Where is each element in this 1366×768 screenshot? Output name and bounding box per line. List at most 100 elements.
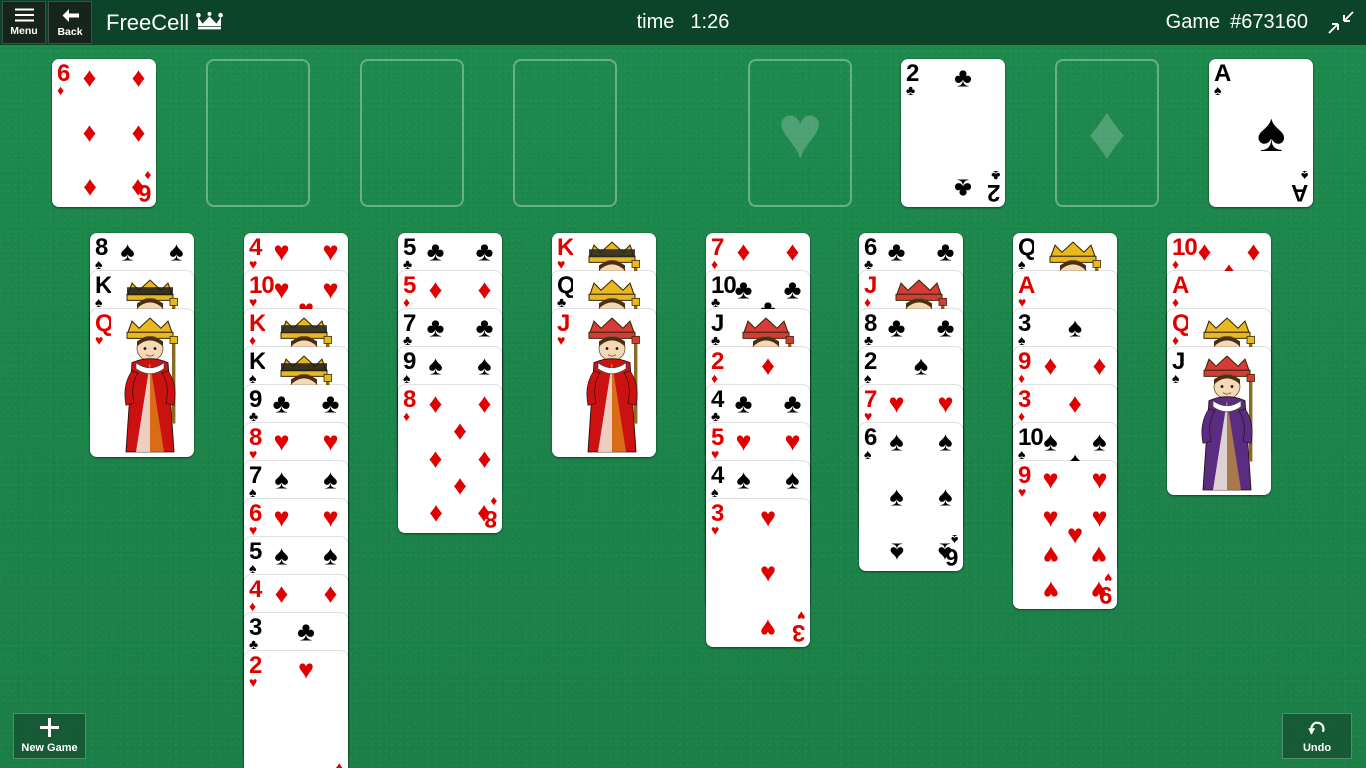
- card-pip: ♥: [297, 654, 315, 685]
- card-pip: ♦: [1246, 236, 1261, 267]
- free-cell-2-empty[interactable]: [206, 59, 310, 207]
- card-suit-icon: ♣: [711, 332, 721, 348]
- card-suit-icon: ♣: [403, 256, 413, 272]
- card-pip: ♣: [954, 62, 972, 93]
- card-index-top: 6 ♦: [57, 62, 70, 98]
- card-pip: ♠: [1067, 312, 1083, 343]
- free-cell-1-card[interactable]: 6 ♦ 6 ♦ ♦ ♦ ♦ ♦ ♦ ♦: [52, 59, 156, 207]
- game-label: Game: [1165, 11, 1221, 33]
- card-index-top: 6 ♣: [864, 236, 877, 272]
- card-pip: ♦: [477, 499, 492, 530]
- app-title-text: FreeCell: [106, 9, 190, 35]
- card-pip: ♥: [1091, 575, 1108, 606]
- card-index-top: A ♦: [1172, 274, 1189, 310]
- tableau-column-4-card-3[interactable]: J ♥ J ♥: [552, 309, 656, 457]
- card-index-top: 7 ♥: [864, 388, 877, 424]
- card-pip: ♠: [323, 464, 338, 495]
- tableau-column-2-card-12[interactable]: 2 ♥ 2 ♥ ♥♥: [244, 651, 348, 768]
- tableau-column-1-card-3[interactable]: Q ♥ Q ♥: [90, 309, 194, 457]
- plus-icon: [40, 718, 59, 740]
- card-suit-icon: ♠: [249, 370, 257, 386]
- card-suit-icon: ♦: [1172, 294, 1180, 310]
- card-suit-icon: ♥: [1018, 294, 1027, 310]
- tableau-column-3-card-5[interactable]: 8 ♦ 8 ♦ ♦ ♦ ♦ ♦ ♦ ♦ ♦ ♦: [398, 385, 502, 533]
- card-index-top: 2 ♠: [864, 350, 877, 386]
- undo-arrow-icon: [1307, 719, 1327, 740]
- tableau-column-5-card-8[interactable]: 3 ♥ 3 ♥ ♥ ♥ ♥: [706, 499, 810, 647]
- card-index-top: 2 ♥: [249, 654, 262, 690]
- card-index-top: 3 ♥: [711, 502, 724, 538]
- card-pip: ♦: [428, 388, 443, 419]
- card-suit-icon: ♥: [864, 408, 873, 424]
- card-suit-icon: ♥: [711, 522, 720, 538]
- tableau-column-8-card-4[interactable]: J ♠ J ♠: [1167, 347, 1271, 495]
- court-card-art: [572, 312, 652, 454]
- foundation-hearts-empty[interactable]: ♥: [748, 59, 852, 207]
- card-pip: ♣: [936, 312, 955, 343]
- card-pip: ♦: [428, 274, 443, 305]
- card-pips: ♣ ♣: [927, 63, 999, 203]
- card-suit-icon: ♥: [1018, 484, 1027, 500]
- card-pip: ♥: [1091, 540, 1108, 571]
- card-index-top: J ♥: [557, 312, 570, 348]
- card-pip: ♥: [784, 426, 801, 457]
- card-suit-icon: ♥: [557, 256, 566, 272]
- card-suit-icon: ♠: [1172, 370, 1180, 386]
- card-suit-icon: ♥: [249, 294, 258, 310]
- card-pip: ♥: [273, 502, 290, 533]
- card-pip: ♣: [954, 173, 972, 204]
- back-button[interactable]: Back: [48, 1, 92, 44]
- game-number: #673160: [1230, 11, 1308, 33]
- arrow-left-icon: [61, 8, 80, 25]
- foundation-clubs-card[interactable]: 2 ♣ 2 ♣ ♣ ♣: [901, 59, 1005, 207]
- card-pip: ♦: [785, 236, 800, 267]
- card-index-top: A ♠: [1214, 62, 1231, 98]
- free-cell-3-empty[interactable]: [360, 59, 464, 207]
- undo-label: Undo: [1302, 741, 1332, 754]
- foundation-diamonds-empty[interactable]: ♦: [1055, 59, 1159, 207]
- card-index-top: 8 ♦: [403, 388, 416, 424]
- card-index-top: 9 ♠: [403, 350, 416, 386]
- card-suit-icon: ♣: [864, 256, 874, 272]
- card-pip: ♥: [1042, 464, 1059, 495]
- time-label: time: [636, 11, 675, 33]
- card-suit-icon: ♦: [403, 408, 411, 424]
- exit-fullscreen-icon: [1326, 11, 1356, 40]
- card-suit-icon: ♦: [711, 256, 719, 272]
- court-card-art: [1187, 350, 1267, 492]
- card-pip: ♣: [321, 388, 340, 419]
- card-suit-icon: ♦: [1172, 256, 1180, 272]
- card-pip: ♣: [936, 236, 955, 267]
- tableau-column-6-card-6[interactable]: 6 ♠ 6 ♠ ♠ ♠ ♠ ♠ ♠ ♠: [859, 423, 963, 571]
- card-pip: ♠: [169, 236, 184, 267]
- card-suit-icon: ♣: [403, 332, 413, 348]
- foundation-spades-card[interactable]: A ♠ A ♠ ♠: [1209, 59, 1313, 207]
- card-suit-icon: ♠: [249, 560, 257, 576]
- card-pip: ♠: [274, 464, 289, 495]
- card-pip: ♣: [783, 388, 802, 419]
- tableau-column-7-card-7[interactable]: 9 ♥ 9 ♥ ♥ ♥ ♥ ♥ ♥ ♥ ♥ ♥ ♥: [1013, 461, 1117, 609]
- card-suit-icon: ♠: [864, 446, 872, 462]
- card-pip: ♥: [1091, 464, 1108, 495]
- card-suit-icon: ♦: [864, 294, 872, 310]
- card-index-top: 6 ♥: [249, 502, 262, 538]
- free-cell-4-empty[interactable]: [513, 59, 617, 207]
- back-button-label: Back: [57, 25, 83, 38]
- card-suit-icon: ♠: [249, 484, 257, 500]
- card-suit-icon: ♣: [249, 636, 259, 652]
- card-pip: ♣: [734, 388, 753, 419]
- card-pip: ♦: [761, 350, 775, 381]
- card-pip: ♥: [937, 388, 954, 419]
- card-suit-icon: ♥: [557, 332, 566, 348]
- app-header: Menu Back FreeCell time 1:26 Game #673160: [0, 0, 1366, 45]
- card-pip: ♥: [759, 502, 777, 533]
- new-game-button[interactable]: New Game: [13, 713, 86, 759]
- exit-fullscreen-button[interactable]: [1326, 8, 1356, 36]
- card-pip: ♠: [1092, 426, 1107, 457]
- menu-button[interactable]: Menu: [2, 1, 46, 44]
- card-index-top: 9 ♥: [1018, 464, 1031, 500]
- card-pip: ♥: [273, 426, 290, 457]
- undo-button[interactable]: Undo: [1282, 713, 1352, 759]
- card-pip: ♦: [477, 388, 492, 419]
- card-pip: ♦: [736, 236, 751, 267]
